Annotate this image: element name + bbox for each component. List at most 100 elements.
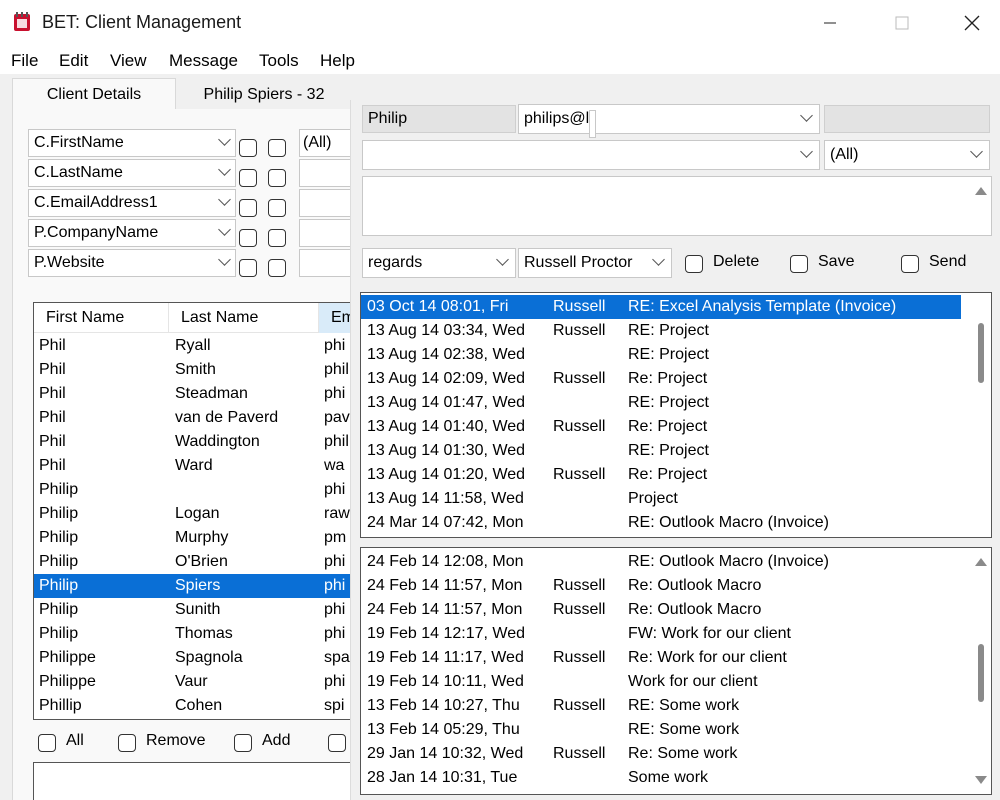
subject-filter-value: (All) (830, 146, 859, 163)
message-row[interactable]: 24 Feb 14 12:08, Mon RE: Outlook Macro (I… (361, 550, 961, 574)
menu-message[interactable]: Message (169, 51, 238, 71)
remove-checkbox[interactable] (118, 734, 136, 752)
message-row[interactable]: 13 Aug 14 02:09, Wed Russell Re: Project (361, 367, 961, 391)
save-checkbox[interactable] (790, 255, 808, 273)
delete-checkbox[interactable] (685, 255, 703, 273)
menu-edit[interactable]: Edit (59, 51, 88, 71)
table-row[interactable]: Philip Logan raw (34, 502, 352, 526)
message-row[interactable]: 13 Aug 14 02:38, Wed RE: Project (361, 343, 961, 367)
filter-field-combo[interactable]: C.FirstName (28, 129, 236, 157)
tab-client-details[interactable]: Client Details (12, 78, 176, 110)
signature-value: regards (368, 254, 423, 271)
scroll-up-icon[interactable] (975, 187, 987, 195)
filter-field-combo[interactable]: C.EmailAddress1 (28, 189, 236, 217)
message-row[interactable]: 13 Feb 14 10:27, Thu Russell RE: Some work (361, 694, 961, 718)
filter-checkbox[interactable] (239, 229, 257, 247)
filter-checkbox[interactable] (268, 139, 286, 157)
cell-email: phil (324, 361, 349, 378)
message-row[interactable]: 19 Feb 14 12:17, Wed FW: Work for our cli… (361, 622, 961, 646)
message-body-input[interactable] (362, 176, 992, 236)
cell-email: spa (324, 649, 350, 666)
message-row[interactable]: 24 Feb 14 11:57, Mon Russell Re: Outlook M… (361, 574, 961, 598)
column-header-last-name[interactable]: Last Name (169, 303, 319, 333)
extra-checkbox[interactable] (328, 734, 346, 752)
message-row[interactable]: 19 Feb 14 10:11, Wed Work for our client (361, 670, 961, 694)
close-button[interactable] (952, 8, 992, 38)
scrollbar-thumb[interactable] (978, 323, 984, 383)
message-body-scrollbar[interactable] (971, 177, 991, 235)
table-row[interactable]: Philip Sunith phi (34, 598, 352, 622)
filter-checkbox[interactable] (268, 169, 286, 187)
maximize-button[interactable] (882, 8, 922, 38)
message-row[interactable]: 19 Feb 14 11:17, Wed Russell Re: Work for … (361, 646, 961, 670)
minimize-button[interactable] (810, 8, 850, 38)
filter-field-combo[interactable]: P.Website (28, 249, 236, 277)
filter-checkbox[interactable] (268, 229, 286, 247)
column-header-email[interactable]: Em (319, 303, 352, 333)
message-row[interactable]: 24 Mar 14 07:42, Mon RE: Outlook Macro (I… (361, 511, 961, 535)
add-checkbox[interactable] (234, 734, 252, 752)
message-row[interactable]: 13 Aug 14 01:47, Wed RE: Project (361, 391, 961, 415)
filter-checkbox[interactable] (268, 199, 286, 217)
table-row[interactable]: Philip phi (34, 478, 352, 502)
filter-checkbox[interactable] (268, 259, 286, 277)
client-notes-box[interactable] (33, 762, 363, 800)
table-row[interactable]: Philip Murphy pm (34, 526, 352, 550)
table-row[interactable]: Philip Thomas phi (34, 622, 352, 646)
table-row[interactable]: Philippe Spagnola spa (34, 646, 352, 670)
message-row[interactable]: 03 Oct 14 08:01, Fri Russell RE: Excel Ana… (361, 295, 961, 319)
all-label: All (66, 732, 84, 749)
cell-last-name: Vaur (175, 673, 208, 690)
cell-last-name: Smith (175, 361, 216, 378)
message-row[interactable]: 13 Aug 14 03:34, Wed Russell RE: Project (361, 319, 961, 343)
message-row[interactable]: 24 Feb 14 11:57, Mon Russell Re: Outlook M… (361, 598, 961, 622)
sender-combo[interactable]: Russell Proctor (518, 248, 672, 278)
all-checkbox[interactable] (38, 734, 56, 752)
table-row[interactable]: Phil van de Paverd pav (34, 406, 352, 430)
table-row[interactable]: Phil Ryall phi (34, 334, 352, 358)
menu-tools[interactable]: Tools (259, 51, 299, 71)
filter-checkbox[interactable] (239, 139, 257, 157)
signature-combo[interactable]: regards (362, 248, 516, 278)
send-checkbox[interactable] (901, 255, 919, 273)
message-row[interactable]: 13 Aug 14 01:20, Wed Russell Re: Project (361, 463, 961, 487)
column-header-first-name[interactable]: First Name (34, 303, 169, 333)
message-list-bottom[interactable]: 24 Feb 14 12:08, Mon RE: Outlook Macro (I… (360, 547, 992, 795)
menu-view[interactable]: View (110, 51, 147, 71)
message-row[interactable]: 28 Jan 14 10:31, Tue Some work (361, 766, 961, 790)
subject-filter-combo[interactable]: (All) (824, 140, 990, 170)
message-list-top-scrollbar[interactable] (971, 293, 991, 537)
table-row[interactable]: Phil Waddington phil (34, 430, 352, 454)
message-row[interactable]: 29 Jan 14 10:32, Wed Russell Re: Some work (361, 742, 961, 766)
cell-last-name: Thomas (175, 625, 233, 642)
table-row[interactable]: Phil Ward wa (34, 454, 352, 478)
cell-last-name: O'Brien (175, 553, 228, 570)
message-row[interactable]: 13 Feb 14 05:29, Thu RE: Some work (361, 718, 961, 742)
scroll-down-icon[interactable] (975, 776, 987, 784)
message-row[interactable]: 13 Aug 14 01:30, Wed RE: Project (361, 439, 961, 463)
subject-combo[interactable] (362, 140, 820, 170)
filter-field-combo[interactable]: C.LastName (28, 159, 236, 187)
message-row[interactable]: 13 Aug 14 11:58, Wed Project (361, 487, 961, 511)
filter-field-combo[interactable]: P.CompanyName (28, 219, 236, 247)
message-row[interactable]: 13 Aug 14 01:40, Wed Russell Re: Project (361, 415, 961, 439)
table-row[interactable]: Philip Spiers phi (34, 574, 352, 598)
menu-file[interactable]: File (11, 51, 38, 71)
contact-name-field[interactable]: Philip (362, 105, 516, 133)
table-row[interactable]: Philippe Vaur phi (34, 670, 352, 694)
table-row[interactable]: Phillip Cohen spi (34, 694, 352, 718)
email-filter-combo[interactable]: philips@l (518, 104, 820, 138)
table-row[interactable]: Philip O'Brien phi (34, 550, 352, 574)
filter-checkbox[interactable] (239, 259, 257, 277)
menu-help[interactable]: Help (320, 51, 355, 71)
filter-checkbox[interactable] (239, 169, 257, 187)
tab-philip-spiers[interactable]: Philip Spiers - 32 (176, 80, 352, 110)
filter-checkbox[interactable] (239, 199, 257, 217)
table-row[interactable]: Phil Smith phil (34, 358, 352, 382)
message-list-bottom-scrollbar[interactable] (971, 548, 991, 794)
scroll-up-icon[interactable] (975, 558, 987, 566)
message-list-top[interactable]: 03 Oct 14 08:01, Fri Russell RE: Excel Ana… (360, 292, 992, 538)
client-list[interactable]: First Name Last Name Em Phil Ryall phi Phil… (33, 302, 353, 720)
table-row[interactable]: Phil Steadman phi (34, 382, 352, 406)
scrollbar-thumb[interactable] (978, 644, 984, 702)
